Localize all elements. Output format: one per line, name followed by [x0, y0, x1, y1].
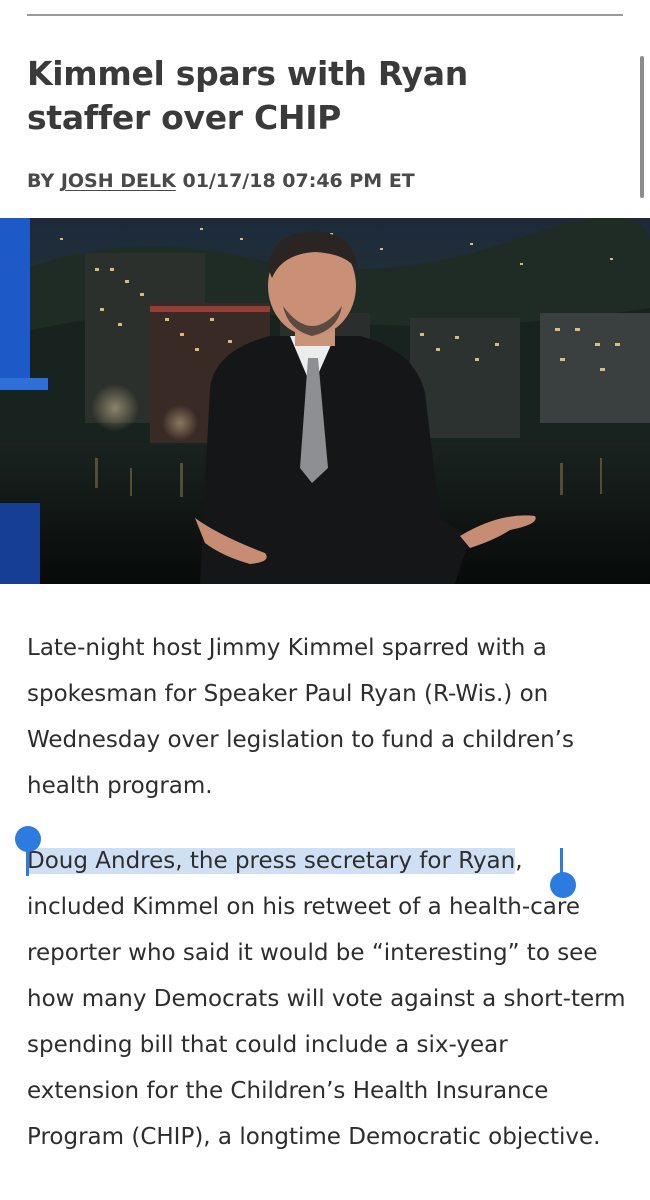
byline-prefix: BY — [27, 170, 55, 192]
text-selection[interactable]: Doug Andres, the press secretary for Rya… — [27, 848, 516, 874]
selection-start-stem — [26, 846, 29, 876]
hero-image — [0, 218, 650, 584]
top-divider — [27, 14, 623, 16]
article-paragraph-selected[interactable]: Doug Andres, the press secretary for Rya… — [27, 838, 627, 1160]
scroll-indicator[interactable] — [640, 56, 644, 198]
paragraph-text: , included Kimmel on his retweet of a he… — [27, 848, 626, 1150]
article-paragraph[interactable]: Late-night host Jimmy Kimmel sparred wit… — [27, 625, 627, 809]
author-link[interactable]: JOSH DELK — [61, 170, 176, 192]
selection-end-handle[interactable] — [550, 872, 576, 898]
article-headline: Kimmel spars with Ryan staffer over CHIP — [27, 54, 468, 137]
publish-timestamp: 01/17/18 07:46 PM ET — [182, 170, 415, 192]
byline: BY JOSH DELK 01/17/18 07:46 PM ET — [27, 166, 415, 196]
